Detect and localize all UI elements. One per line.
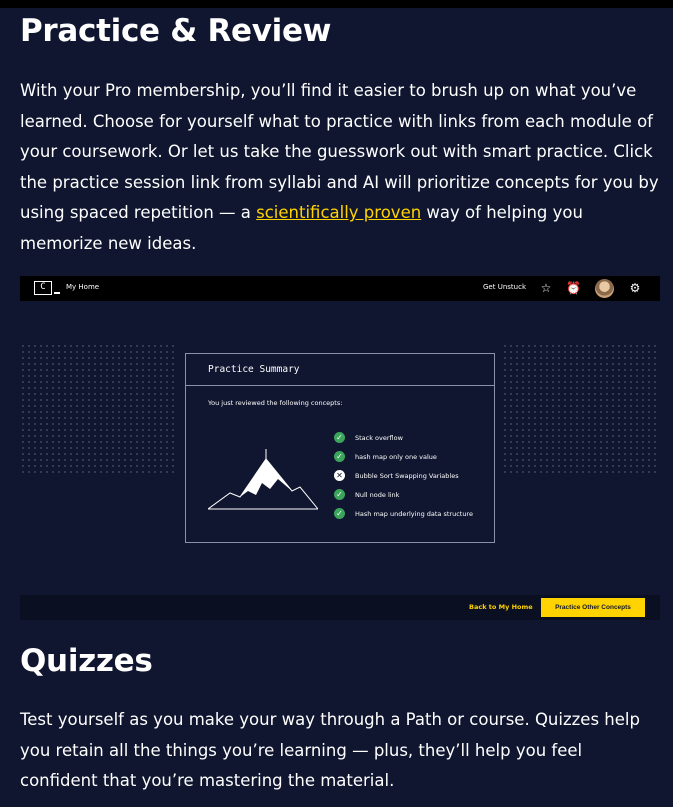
- app-navbar: C My Home Get Unstuck ☆ ⏰ ⚙: [20, 276, 660, 301]
- alarm-icon[interactable]: ⏰: [566, 281, 581, 295]
- practice-summary-screenshot: C My Home Get Unstuck ☆ ⏰ ⚙ Practice Sum…: [20, 276, 660, 620]
- quizzes-heading: Quizzes: [20, 643, 153, 679]
- practice-review-paragraph: With your Pro membership, you’ll find it…: [20, 76, 660, 260]
- back-to-my-home-link[interactable]: Back to My Home: [469, 603, 533, 611]
- concept-label: Bubble Sort Swapping Variables: [355, 472, 459, 480]
- avatar[interactable]: [595, 279, 614, 298]
- concept-label: Null node link: [355, 491, 400, 499]
- check-icon: ✓: [334, 451, 345, 462]
- x-icon: ✕: [334, 470, 345, 481]
- paragraph-text-start: With your Pro membership, you’ll find it…: [20, 81, 659, 223]
- my-home-link[interactable]: My Home: [66, 283, 99, 291]
- quizzes-paragraph: Test yourself as you make your way throu…: [20, 710, 640, 791]
- gear-icon[interactable]: ⚙: [628, 281, 642, 295]
- card-title: Practice Summary: [208, 364, 300, 375]
- practice-summary-card: Practice Summary You just reviewed the f…: [185, 353, 495, 543]
- check-icon: ✓: [334, 489, 345, 500]
- logo-cursor: [54, 292, 60, 294]
- practice-other-concepts-button[interactable]: Practice Other Concepts: [541, 598, 645, 617]
- summary-footer: Back to My Home Practice Other Concepts: [20, 595, 660, 620]
- top-strip: [0, 0, 673, 8]
- get-unstuck-link[interactable]: Get Unstuck: [483, 283, 526, 291]
- codecademy-logo[interactable]: C: [34, 281, 52, 295]
- concept-item: ✓ Null node link: [334, 489, 473, 508]
- concept-label: hash map only one value: [355, 453, 437, 461]
- card-divider: [186, 385, 494, 386]
- mountain-flag-illustration: [208, 449, 318, 510]
- concept-label: Stack overflow: [355, 434, 403, 442]
- check-icon: ✓: [334, 432, 345, 443]
- concept-item: ✕ Bubble Sort Swapping Variables: [334, 470, 473, 489]
- dot-pattern-right: [502, 343, 657, 473]
- dot-pattern-left: [20, 343, 175, 473]
- scientifically-proven-link[interactable]: scientifically proven: [256, 203, 421, 222]
- concepts-list: ✓ Stack overflow ✓ hash map only one value…: [334, 432, 473, 527]
- practice-review-heading: Practice & Review: [20, 13, 332, 49]
- star-icon[interactable]: ☆: [539, 281, 553, 295]
- concept-item: ✓ hash map only one value: [334, 451, 473, 470]
- concept-item: ✓ Stack overflow: [334, 432, 473, 451]
- check-icon: ✓: [334, 508, 345, 519]
- concept-item: ✓ Hash map underlying data structure: [334, 508, 473, 527]
- concept-label: Hash map underlying data structure: [355, 510, 473, 518]
- card-subtitle: You just reviewed the following concepts…: [208, 399, 343, 407]
